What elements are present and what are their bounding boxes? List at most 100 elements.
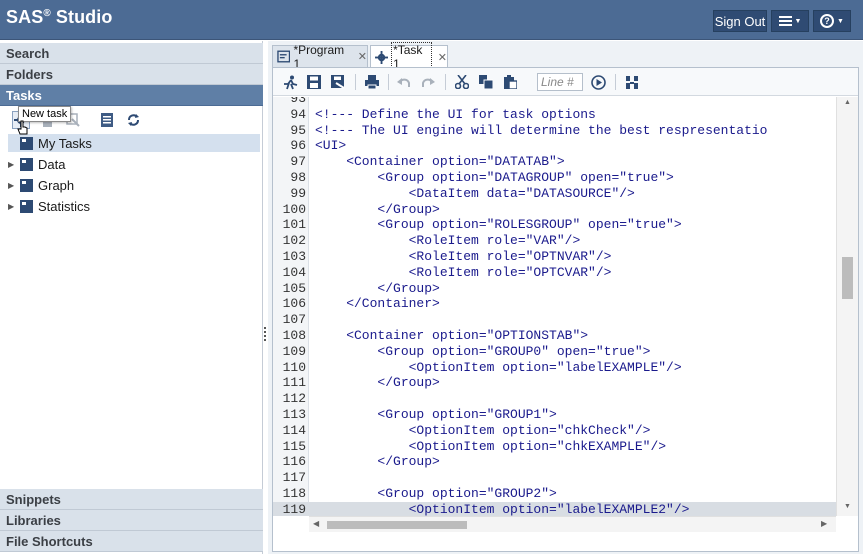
section-search[interactable]: Search	[0, 43, 263, 64]
code-text: </Container>	[315, 296, 440, 312]
cut-icon[interactable]	[453, 73, 471, 91]
code-line: 118 <Group option="GROUP2">	[273, 486, 836, 502]
code-line: 104 <RoleItem role="OPTCVAR"/>	[273, 265, 836, 281]
scroll-up-icon[interactable]: ▲	[844, 99, 851, 106]
line-number: 96	[290, 138, 306, 154]
save-as-icon[interactable]	[329, 73, 347, 91]
tree-item-statistics[interactable]: ▶ Statistics	[8, 197, 260, 215]
line-number: 108	[282, 328, 306, 343]
go-to-line-input[interactable]: Line #	[537, 73, 583, 91]
horizontal-scrollbar[interactable]: ◀ ▶	[309, 516, 836, 532]
tree-structure-icon[interactable]	[623, 73, 641, 91]
code-text: <RoleItem role="OPTNVAR"/>	[315, 249, 612, 264]
line-number: 119	[282, 501, 306, 516]
panel-splitter[interactable]	[263, 325, 267, 345]
save-icon[interactable]	[305, 73, 323, 91]
code-line: 110 <OptionItem option="labelEXAMPLE"/>	[273, 360, 836, 376]
code-line: 117	[273, 470, 836, 486]
line-number: 95	[290, 122, 306, 138]
tree-item-graph[interactable]: ▶ Graph	[8, 176, 260, 194]
run-icon[interactable]	[281, 73, 299, 91]
code-line: 114 <OptionItem option="chkCheck"/>	[273, 423, 836, 439]
help-icon: ?	[820, 14, 835, 28]
redo-icon[interactable]	[419, 73, 437, 91]
tree-item-my-tasks[interactable]: My Tasks	[8, 134, 260, 152]
code-text: <OptionItem option="chkEXAMPLE"/>	[315, 438, 667, 454]
line-number: 98	[290, 170, 306, 185]
tree-item-data[interactable]: ▶ Data	[8, 155, 260, 173]
refresh-icon[interactable]	[124, 111, 142, 129]
code-editor: Line # 93 94 <!--- Define the UI for task …	[272, 67, 859, 552]
line-number: 111	[282, 375, 306, 391]
code-text: <Group option="GROUP2">	[315, 486, 557, 501]
line-number: 105	[282, 280, 306, 296]
code-line: 97 <Container option="DATATAB">	[273, 154, 836, 170]
paste-icon[interactable]	[501, 73, 519, 91]
properties-icon[interactable]	[98, 111, 116, 129]
help-menu-button[interactable]: ? ▼	[813, 10, 851, 32]
line-number: 109	[282, 343, 306, 359]
code-line: 113 <Group option="GROUP1">	[273, 407, 836, 423]
tab-program-1[interactable]: *Program 1 ✕	[272, 43, 368, 71]
expand-arrow-icon[interactable]: ▶	[8, 181, 18, 190]
horizontal-scroll-thumb[interactable]	[327, 521, 467, 529]
task-icon	[375, 50, 389, 64]
code-line: 106 </Container>	[273, 296, 836, 312]
chevron-down-icon: ▼	[837, 17, 844, 25]
section-folders[interactable]: Folders	[0, 64, 263, 85]
line-number: 100	[282, 201, 306, 217]
expand-arrow-icon[interactable]: ▶	[8, 160, 18, 169]
code-line: 107	[273, 312, 836, 328]
code-text: <OptionItem option="labelEXAMPLE2"/>	[315, 501, 690, 516]
code-line: 109 <Group option="GROUP0" open="true">	[273, 344, 836, 360]
tree-item-label: Statistics	[38, 198, 91, 214]
code-text: <Container option="DATATAB">	[315, 154, 565, 170]
line-number: 112	[282, 391, 306, 407]
tab-task-1[interactable]: *Task 1 ✕	[370, 42, 448, 72]
vertical-scrollbar[interactable]: ▲ ▼	[836, 97, 858, 516]
close-icon[interactable]: ✕	[438, 51, 447, 64]
folder-book-icon	[20, 178, 33, 192]
code-line: 103 <RoleItem role="OPTNVAR"/>	[273, 249, 836, 265]
line-number: 103	[282, 249, 306, 264]
tree-item-label: My Tasks	[38, 135, 92, 151]
line-number: 94	[290, 106, 306, 122]
expand-arrow-icon[interactable]: ▶	[8, 202, 18, 211]
line-number: 102	[282, 233, 306, 249]
code-line: 99 <DataItem data="DATASOURCE"/>	[273, 186, 836, 202]
code-text: </Group>	[315, 280, 440, 296]
program-icon	[277, 50, 291, 63]
section-libraries[interactable]: Libraries	[0, 510, 263, 531]
code-text: <Group option="GROUP0" open="true">	[315, 343, 651, 359]
line-number: 106	[282, 296, 306, 312]
close-icon[interactable]: ✕	[358, 50, 367, 63]
code-text-area[interactable]: 93 94 <!--- Define the UI for task options…	[273, 97, 858, 516]
hand-cursor-icon	[17, 120, 28, 135]
section-tasks[interactable]: Tasks	[0, 85, 263, 106]
app-header: SAS® Studio Sign Out ▼ ? ▼	[0, 0, 863, 40]
line-number: 107	[282, 312, 306, 328]
undo-icon[interactable]	[395, 73, 413, 91]
scroll-down-icon[interactable]: ▼	[844, 503, 851, 510]
line-number: 114	[282, 422, 306, 438]
code-line: 115 <OptionItem option="chkEXAMPLE"/>	[273, 439, 836, 455]
sign-out-button[interactable]: Sign Out	[713, 10, 767, 32]
app-brand: SAS® Studio	[6, 7, 113, 27]
code-line: 111 </Group>	[273, 375, 836, 391]
scroll-right-icon[interactable]: ▶	[821, 519, 827, 528]
options-menu-button[interactable]: ▼	[771, 10, 809, 32]
code-line: 95 <!--- The UI engine will determine the…	[273, 123, 836, 139]
code-text: </Group>	[315, 201, 440, 217]
scroll-left-icon[interactable]: ◀	[313, 519, 319, 528]
code-text: <RoleItem role="OPTCVAR"/>	[315, 264, 612, 280]
section-file-shortcuts[interactable]: File Shortcuts	[0, 531, 263, 552]
section-snippets[interactable]: Snippets	[0, 489, 263, 510]
line-number: 115	[282, 438, 306, 454]
print-icon[interactable]	[363, 73, 381, 91]
folder-book-icon	[20, 136, 33, 150]
copy-icon[interactable]	[477, 73, 495, 91]
code-line: 100 </Group>	[273, 202, 836, 218]
line-number: 116	[282, 454, 306, 470]
go-to-line-icon[interactable]	[589, 73, 607, 91]
vertical-scroll-thumb[interactable]	[842, 257, 853, 299]
